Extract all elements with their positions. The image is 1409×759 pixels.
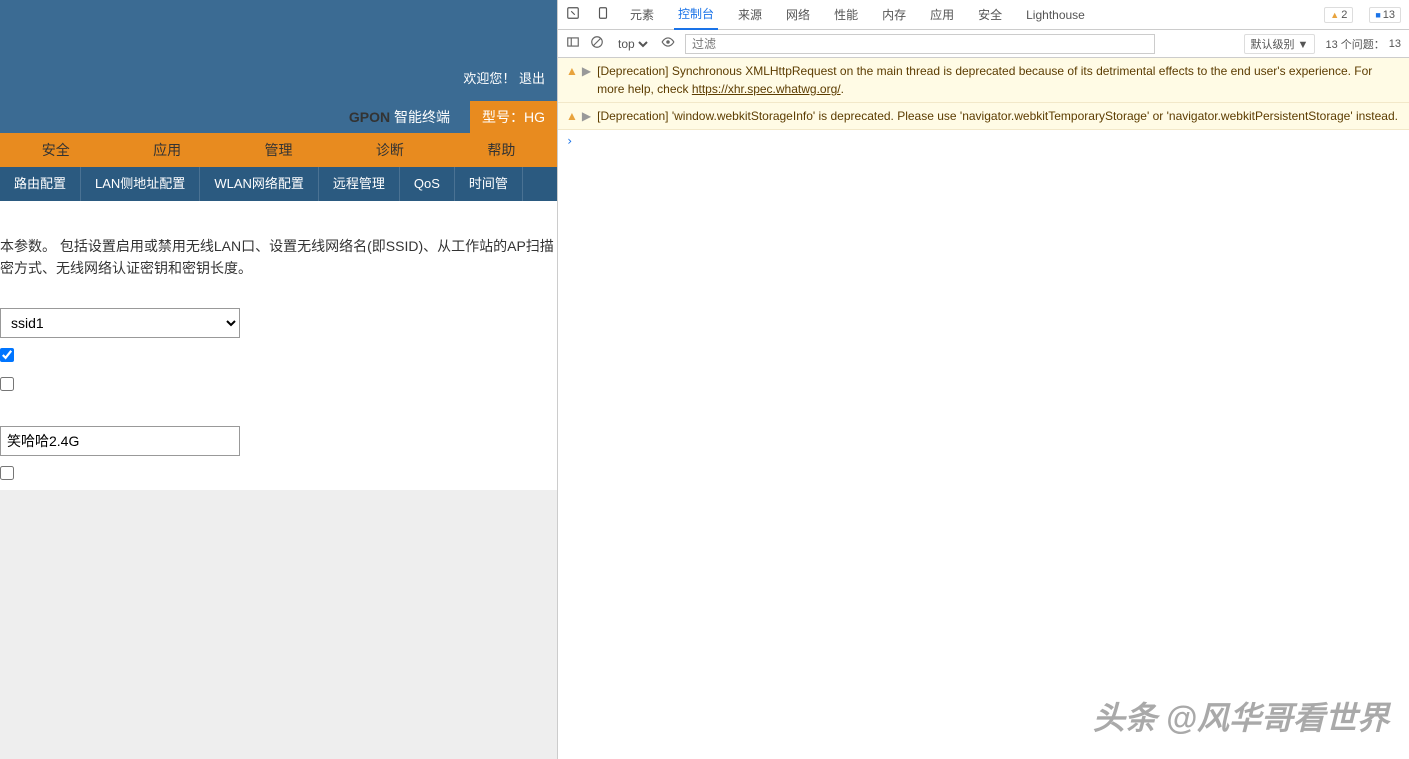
enable-checkbox[interactable]: [0, 348, 14, 362]
nav-main: 安全 应用 管理 诊断 帮助: [0, 133, 557, 167]
tab-console[interactable]: 控制台: [674, 0, 718, 30]
warning-icon: ▲: [566, 62, 578, 98]
filter-input[interactable]: [685, 34, 1155, 54]
context-select[interactable]: top: [614, 36, 651, 52]
isolation-checkbox[interactable]: [0, 466, 14, 480]
nav-sub-route[interactable]: 路由配置: [0, 167, 81, 201]
sidebar-icon[interactable]: [566, 35, 580, 52]
console-body: ▲ ▶ [Deprecation] Synchronous XMLHttpReq…: [558, 58, 1409, 759]
welcome-bar: 欢迎您！ 退出: [463, 68, 545, 87]
nav-main-manage[interactable]: 管理: [223, 133, 334, 167]
nav-sub-qos[interactable]: QoS: [400, 167, 455, 201]
tab-security[interactable]: 安全: [974, 0, 1006, 29]
nav-main-security[interactable]: 安全: [0, 133, 111, 167]
console-message: ▲ ▶ [Deprecation] 'window.webkitStorageI…: [558, 103, 1409, 130]
message-text: [Deprecation] 'window.webkitStorageInfo'…: [597, 107, 1398, 125]
nav-sub-remote[interactable]: 远程管理: [319, 167, 400, 201]
tab-lighthouse[interactable]: Lighthouse: [1022, 2, 1089, 28]
tab-elements[interactable]: 元素: [626, 0, 658, 29]
nav-main-help[interactable]: 帮助: [446, 133, 557, 167]
console-message: ▲ ▶ [Deprecation] Synchronous XMLHttpReq…: [558, 58, 1409, 103]
nav-main-diag[interactable]: 诊断: [334, 133, 445, 167]
nav-sub-lan[interactable]: LAN侧地址配置: [81, 167, 200, 201]
nav-sub: 路由配置 LAN侧地址配置 WLAN网络配置 远程管理 QoS 时间管: [0, 167, 557, 201]
logout-link[interactable]: 退出: [519, 71, 545, 86]
console-prompt[interactable]: ›: [558, 130, 1409, 152]
tab-application[interactable]: 应用: [926, 0, 958, 29]
model-bar: GPON 智能终端 型号：HG: [0, 101, 557, 133]
description-text: 本参数。 包括设置启用或禁用无线LAN口、设置无线网络名(即SSID)、从工作站…: [0, 221, 557, 298]
device-icon[interactable]: [596, 6, 610, 23]
clear-icon[interactable]: [590, 35, 604, 52]
tab-memory[interactable]: 内存: [878, 0, 910, 29]
warn-badge[interactable]: 2: [1324, 7, 1353, 23]
router-admin-pane: 欢迎您！ 退出 GPON 智能终端 型号：HG 安全 应用 管理 诊断 帮助 路…: [0, 0, 557, 759]
tab-sources[interactable]: 来源: [734, 0, 766, 29]
model-label: 型号：HG: [470, 101, 557, 133]
router-header: 欢迎您！ 退出 GPON 智能终端 型号：HG: [0, 0, 557, 133]
inspect-icon[interactable]: [566, 6, 580, 23]
live-icon[interactable]: [661, 35, 675, 52]
expand-icon[interactable]: ▶: [582, 62, 591, 98]
devtools-toolbar: top 默认级别 ▼ 13 个问题： 13: [558, 30, 1409, 58]
warning-icon: ▲: [566, 107, 578, 125]
issues-label[interactable]: 13 个问题： 13: [1325, 36, 1401, 52]
nav-sub-wlan[interactable]: WLAN网络配置: [200, 167, 319, 201]
devtools-tabs: 元素 控制台 来源 网络 性能 内存 应用 安全 Lighthouse 2 13: [558, 0, 1409, 30]
message-text: [Deprecation] Synchronous XMLHttpRequest…: [597, 62, 1401, 98]
tab-network[interactable]: 网络: [782, 0, 814, 29]
hide-checkbox[interactable]: [0, 377, 14, 391]
gpon-label: GPON 智能终端: [349, 107, 450, 127]
level-select[interactable]: 默认级别 ▼: [1244, 34, 1316, 54]
msg-badge[interactable]: 13: [1369, 7, 1401, 23]
nav-sub-time[interactable]: 时间管: [455, 167, 523, 201]
help-link[interactable]: https://xhr.spec.whatwg.org/: [692, 82, 841, 96]
content-area: 本参数。 包括设置启用或禁用无线LAN口、设置无线网络名(即SSID)、从工作站…: [0, 201, 557, 490]
tab-performance[interactable]: 性能: [830, 0, 862, 29]
ssid-name-input[interactable]: [0, 426, 240, 456]
bottom-spacer: [0, 490, 557, 759]
devtools-pane: 元素 控制台 来源 网络 性能 内存 应用 安全 Lighthouse 2 13…: [557, 0, 1409, 759]
expand-icon[interactable]: ▶: [582, 107, 591, 125]
welcome-text: 欢迎您！: [463, 71, 515, 86]
nav-main-app[interactable]: 应用: [111, 133, 222, 167]
ssid-select[interactable]: ssid1: [0, 308, 240, 338]
